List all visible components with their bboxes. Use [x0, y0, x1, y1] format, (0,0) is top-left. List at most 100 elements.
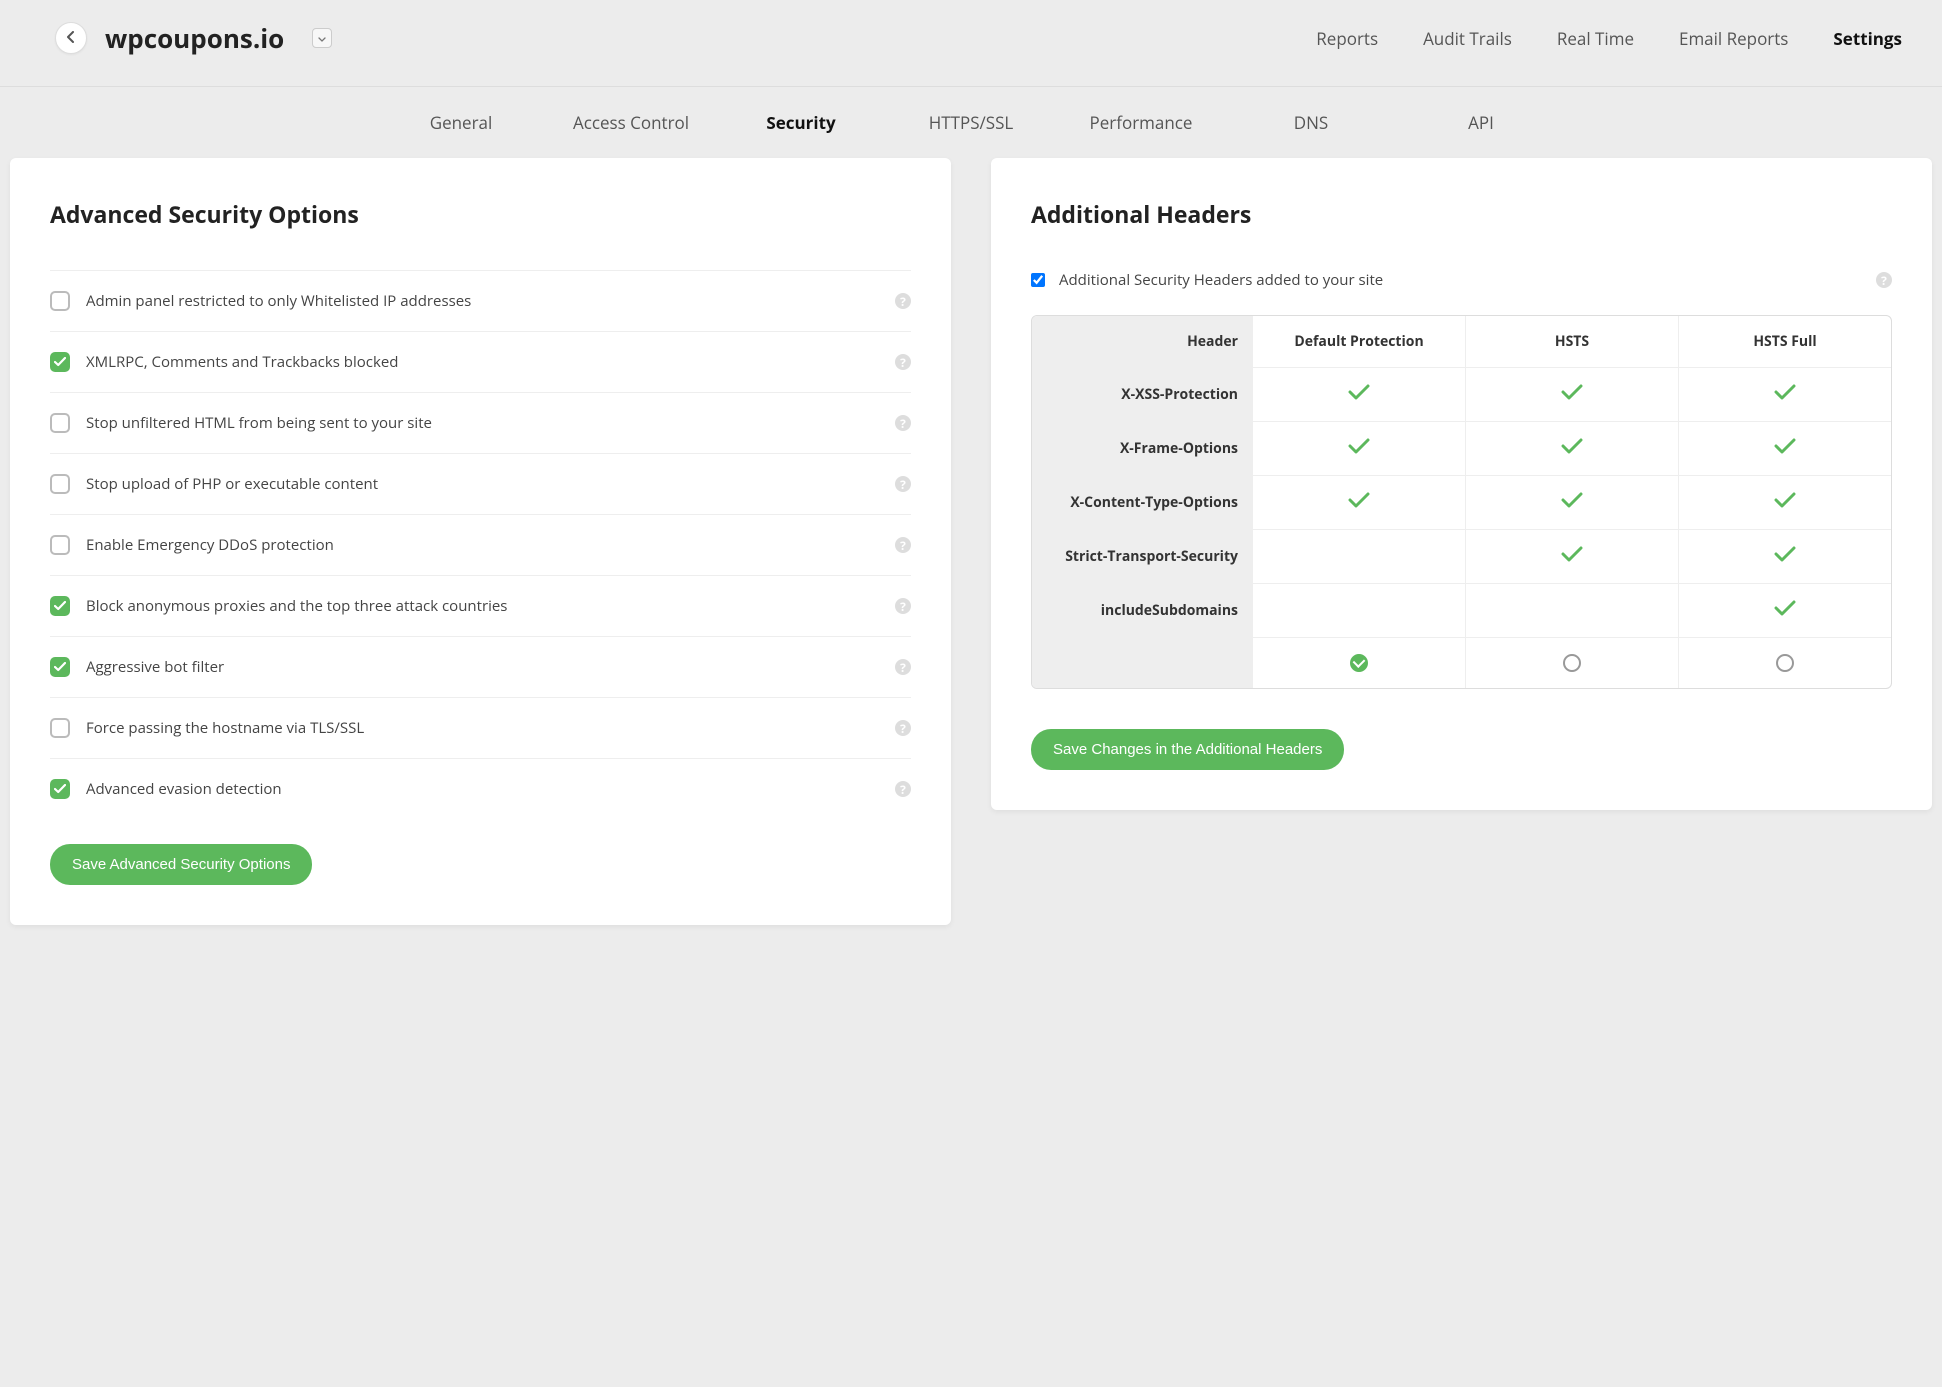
table-cell: [1465, 583, 1678, 637]
subnav-item-api[interactable]: API: [1396, 111, 1566, 134]
option-checkbox[interactable]: [50, 413, 70, 433]
table-cell: [1465, 637, 1678, 688]
check-icon: [1561, 492, 1583, 513]
back-button[interactable]: [55, 22, 87, 54]
subnav-item-general[interactable]: General: [376, 111, 546, 134]
table-radio-row: [1032, 637, 1891, 688]
table-cell: [1678, 367, 1891, 421]
top-bar: wpcoupons.io Reports Audit Trails Real Tim…: [0, 0, 1942, 86]
protection-level-radio[interactable]: [1563, 654, 1581, 672]
subnav-item-https-ssl[interactable]: HTTPS/SSL: [886, 111, 1056, 134]
check-icon: [1774, 438, 1796, 459]
check-icon: [1561, 438, 1583, 459]
enable-additional-headers-label: Additional Security Headers added to you…: [1059, 270, 1876, 290]
table-row: includeSubdomains: [1032, 583, 1891, 637]
header-name-cell: Strict-Transport-Security: [1032, 529, 1252, 583]
header-name-cell: X-Content-Type-Options: [1032, 475, 1252, 529]
help-icon[interactable]: ?: [895, 415, 911, 431]
option-checkbox[interactable]: [50, 779, 70, 799]
subnav-item-dns[interactable]: DNS: [1226, 111, 1396, 134]
site-selector-dropdown[interactable]: [312, 28, 332, 48]
option-label: Advanced evasion detection: [86, 779, 895, 799]
option-row: Stop upload of PHP or executable content…: [50, 453, 911, 514]
site-title: wpcoupons.io: [105, 20, 284, 56]
option-checkbox[interactable]: [50, 535, 70, 555]
option-checkbox[interactable]: [50, 718, 70, 738]
table-cell: [1252, 637, 1465, 688]
check-icon: [1774, 492, 1796, 513]
table-row: Strict-Transport-Security: [1032, 529, 1891, 583]
subnav-item-performance[interactable]: Performance: [1056, 111, 1226, 134]
header-name-cell: X-XSS-Protection: [1032, 367, 1252, 421]
topnav-item-real-time[interactable]: Real Time: [1557, 27, 1634, 50]
option-checkbox[interactable]: [50, 352, 70, 372]
option-label: Enable Emergency DDoS protection: [86, 535, 895, 555]
table-row: X-Frame-Options: [1032, 421, 1891, 475]
help-icon[interactable]: ?: [895, 659, 911, 675]
arrow-left-icon: [65, 29, 77, 48]
subnav-item-security[interactable]: Security: [716, 111, 886, 134]
option-row: Force passing the hostname via TLS/SSL?: [50, 697, 911, 758]
check-icon: [1561, 546, 1583, 567]
option-checkbox[interactable]: [50, 657, 70, 677]
option-checkbox[interactable]: [50, 596, 70, 616]
table-cell: [1252, 529, 1465, 583]
table-cell: [1465, 367, 1678, 421]
check-icon: [1774, 600, 1796, 621]
option-label: XMLRPC, Comments and Trackbacks blocked: [86, 352, 895, 372]
help-icon[interactable]: ?: [895, 537, 911, 553]
options-list: Admin panel restricted to only Whitelist…: [50, 270, 911, 819]
topnav-item-settings[interactable]: Settings: [1833, 27, 1902, 50]
option-checkbox[interactable]: [50, 474, 70, 494]
option-label: Stop upload of PHP or executable content: [86, 474, 895, 494]
sub-nav: GeneralAccess ControlSecurityHTTPS/SSLPe…: [0, 87, 1942, 158]
help-icon[interactable]: ?: [895, 781, 911, 797]
table-cell: [1465, 529, 1678, 583]
topnav-item-email-reports[interactable]: Email Reports: [1679, 27, 1788, 50]
subnav-item-access-control[interactable]: Access Control: [546, 111, 716, 134]
content: Advanced Security Options Admin panel re…: [0, 158, 1942, 955]
table-cell: [1252, 367, 1465, 421]
option-row: XMLRPC, Comments and Trackbacks blocked?: [50, 331, 911, 392]
protection-level-radio[interactable]: [1776, 654, 1794, 672]
check-icon: [1348, 492, 1370, 513]
check-icon: [1348, 438, 1370, 459]
advanced-security-panel: Advanced Security Options Admin panel re…: [10, 158, 951, 925]
header-name-cell: includeSubdomains: [1032, 583, 1252, 637]
topnav-item-audit-trails[interactable]: Audit Trails: [1423, 27, 1512, 50]
topnav-item-reports[interactable]: Reports: [1316, 27, 1378, 50]
table-cell: [1678, 529, 1891, 583]
additional-headers-panel: Additional Headers Additional Security H…: [991, 158, 1932, 810]
table-cell: [1252, 475, 1465, 529]
save-additional-headers-button[interactable]: Save Changes in the Additional Headers: [1031, 729, 1344, 770]
protection-level-radio[interactable]: [1350, 654, 1368, 672]
save-advanced-security-button[interactable]: Save Advanced Security Options: [50, 844, 312, 885]
table-header-cell: HSTS Full: [1678, 316, 1891, 367]
check-icon: [1774, 384, 1796, 405]
help-icon[interactable]: ?: [895, 720, 911, 736]
help-icon[interactable]: ?: [895, 354, 911, 370]
table-header-cell: Default Protection: [1252, 316, 1465, 367]
help-icon[interactable]: ?: [895, 598, 911, 614]
table-cell: [1032, 637, 1252, 688]
table-cell: [1678, 421, 1891, 475]
option-label: Aggressive bot filter: [86, 657, 895, 677]
headers-table: HeaderDefault ProtectionHSTSHSTS FullX-X…: [1031, 315, 1892, 689]
table-row: X-XSS-Protection: [1032, 367, 1891, 421]
table-cell: [1465, 421, 1678, 475]
chevron-down-icon: [318, 29, 326, 48]
table-cell: [1252, 421, 1465, 475]
enable-additional-headers-checkbox[interactable]: [1031, 273, 1045, 287]
top-nav: Reports Audit Trails Real Time Email Report…: [1316, 27, 1902, 50]
panel-title: Additional Headers: [1031, 198, 1892, 230]
option-checkbox[interactable]: [50, 291, 70, 311]
header-name-cell: X-Frame-Options: [1032, 421, 1252, 475]
table-header-cell: Header: [1032, 316, 1252, 367]
table-header-row: HeaderDefault ProtectionHSTSHSTS Full: [1032, 316, 1891, 367]
help-icon[interactable]: ?: [895, 476, 911, 492]
option-row: Aggressive bot filter?: [50, 636, 911, 697]
option-label: Block anonymous proxies and the top thre…: [86, 596, 895, 616]
help-icon[interactable]: ?: [895, 293, 911, 309]
option-row: Block anonymous proxies and the top thre…: [50, 575, 911, 636]
help-icon[interactable]: ?: [1876, 272, 1892, 288]
